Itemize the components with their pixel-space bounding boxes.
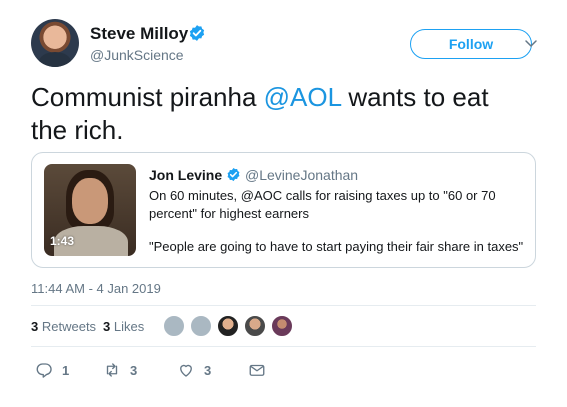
- quoted-text-line-3: "People are going to have to start payin…: [149, 239, 524, 254]
- quoted-author-handle[interactable]: @LevineJonathan: [245, 167, 358, 183]
- reply-icon: [36, 363, 52, 378]
- thumbnail-face-shape: [72, 178, 108, 224]
- avatar[interactable]: [244, 315, 266, 337]
- likes-count: 3: [103, 319, 111, 334]
- video-duration: 1:43: [50, 234, 75, 248]
- follow-button-label: Follow: [448, 36, 494, 52]
- retweet-icon: [106, 363, 118, 377]
- like-count: 3: [204, 362, 212, 378]
- avatar[interactable]: [190, 315, 212, 337]
- retweets-count: 3: [31, 319, 39, 334]
- divider: [31, 305, 536, 306]
- tweet-text: Communist piranha @AOL wants to eat the …: [31, 81, 531, 147]
- author-avatar[interactable]: [31, 19, 79, 67]
- tweet-card: Steve Milloy @JunkScience Follow Communi…: [0, 0, 567, 407]
- avatar[interactable]: [271, 315, 293, 337]
- tweet-text-before: Communist piranha: [31, 82, 264, 112]
- heart-icon: [180, 364, 192, 377]
- tweet-mention-link[interactable]: @AOL: [264, 82, 341, 112]
- follow-button[interactable]: Follow: [410, 29, 532, 59]
- likes-stat[interactable]: 3 Likes: [103, 319, 144, 334]
- quoted-author-name[interactable]: Jon Levine: [149, 167, 222, 183]
- retweets-label: Retweets: [41, 319, 97, 334]
- quoted-tweet[interactable]: 1:43 Jon Levine @LevineJonathan On 60 mi…: [31, 152, 536, 268]
- quoted-text-line-1: On 60 minutes, @AOC calls for raising ta…: [149, 188, 496, 203]
- quoted-text-line-2: percent" for highest earners: [149, 206, 309, 221]
- envelope-icon: [249, 364, 265, 376]
- reply-count: 1: [62, 362, 70, 378]
- video-thumbnail[interactable]: 1:43: [44, 164, 136, 256]
- reply-button[interactable]: 1: [35, 361, 69, 379]
- likes-label: Likes: [113, 319, 145, 334]
- direct-message-button[interactable]: [248, 361, 266, 379]
- author-handle[interactable]: @JunkScience: [90, 47, 184, 63]
- retweet-count: 3: [130, 362, 138, 378]
- author-name[interactable]: Steve Milloy: [90, 24, 188, 44]
- tweet-timestamp[interactable]: 11:44 AM - 4 Jan 2019: [31, 281, 161, 296]
- verified-badge-icon: [189, 25, 205, 41]
- verified-badge-icon: [227, 167, 240, 182]
- divider: [31, 346, 536, 347]
- avatar[interactable]: [163, 315, 185, 337]
- retweet-button[interactable]: 3: [103, 361, 137, 379]
- chevron-down-icon[interactable]: [524, 36, 538, 50]
- avatar[interactable]: [217, 315, 239, 337]
- retweets-stat[interactable]: 3 Retweets: [31, 319, 96, 334]
- like-button[interactable]: 3: [177, 361, 211, 379]
